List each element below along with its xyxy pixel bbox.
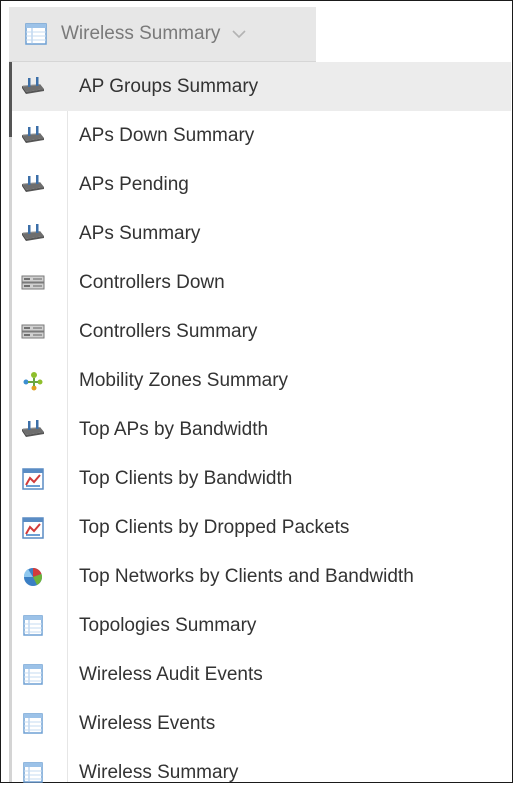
report-grid-icon	[20, 663, 46, 687]
chart-report-icon	[20, 516, 46, 540]
menu-item[interactable]: Controllers Down	[12, 258, 511, 307]
report-dropdown[interactable]: Wireless Summary	[9, 7, 316, 62]
controller-icon	[20, 320, 46, 344]
menu-item-label: APs Summary	[79, 222, 201, 244]
chevron-down-icon[interactable]	[232, 29, 246, 39]
pie-chart-icon	[20, 565, 46, 589]
menu-item-label: Wireless Events	[79, 712, 216, 734]
menu-item[interactable]: APs Down Summary	[12, 111, 511, 160]
menu-item-label: Controllers Summary	[79, 320, 258, 342]
menu-item-label: Wireless Summary	[79, 761, 239, 783]
menu-item[interactable]: Wireless Events	[12, 699, 511, 748]
access-point-icon	[20, 75, 46, 99]
menu-item-label: Topologies Summary	[79, 614, 257, 636]
menu-item[interactable]: Mobility Zones Summary	[12, 356, 511, 405]
menu-item-label: AP Groups Summary	[79, 75, 259, 97]
menu-item[interactable]: Controllers Summary	[12, 307, 511, 356]
access-point-icon	[20, 418, 46, 442]
menu-item[interactable]: Wireless Audit Events	[12, 650, 511, 699]
menu-item-label: Mobility Zones Summary	[79, 369, 289, 391]
menu-item-label: Top APs by Bandwidth	[79, 418, 269, 440]
menu-item-label: Controllers Down	[79, 271, 225, 293]
menu-item-label: Top Clients by Dropped Packets	[79, 516, 350, 538]
menu-item[interactable]: APs Pending	[12, 160, 511, 209]
chart-report-icon	[20, 467, 46, 491]
controller-icon	[20, 271, 46, 295]
menu-item[interactable]: APs Summary	[12, 209, 511, 258]
mobility-zone-icon	[20, 369, 46, 393]
menu-item[interactable]: Top Clients by Dropped Packets	[12, 503, 511, 552]
menu-item[interactable]: Topologies Summary	[12, 601, 511, 650]
menu-item[interactable]: AP Groups Summary	[12, 62, 511, 111]
menu-item[interactable]: Top Networks by Clients and Bandwidth	[12, 552, 511, 601]
menu-item-label: APs Down Summary	[79, 124, 255, 146]
report-picker: Wireless Summary AP Groups Summary APs Do…	[0, 0, 513, 783]
menu-item-label: Top Clients by Bandwidth	[79, 467, 293, 489]
menu-item-label: Wireless Audit Events	[79, 663, 263, 685]
report-grid-icon	[20, 712, 46, 736]
report-menu-list: AP Groups Summary APs Down Summary APs Pen…	[9, 62, 511, 783]
report-grid-icon	[20, 614, 46, 638]
access-point-icon	[20, 124, 46, 148]
menu-item[interactable]: Top Clients by Bandwidth	[12, 454, 511, 503]
access-point-icon	[20, 222, 46, 246]
report-grid-icon	[25, 23, 47, 45]
dropdown-selected-value: Wireless Summary	[61, 23, 221, 44]
menu-item-label: Top Networks by Clients and Bandwidth	[79, 565, 414, 587]
menu-item-label: APs Pending	[79, 173, 189, 195]
menu-item[interactable]: Top APs by Bandwidth	[12, 405, 511, 454]
menu-item[interactable]: Wireless Summary	[12, 748, 511, 797]
report-grid-icon	[20, 761, 46, 785]
access-point-icon	[20, 173, 46, 197]
